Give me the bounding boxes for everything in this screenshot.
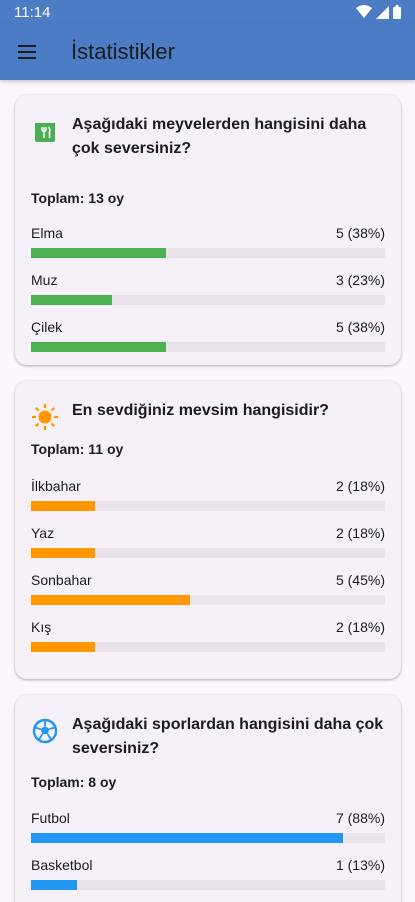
progress-track <box>31 248 385 258</box>
option-label: Basketbol <box>31 857 93 873</box>
menu-icon <box>18 45 36 59</box>
poll-option: Kış 2 (18%) <box>31 618 385 658</box>
progress-fill <box>31 642 95 652</box>
poll-card-sports: Aşağıdaki sporlardan hangisini daha çok … <box>15 695 401 902</box>
progress-fill <box>31 880 78 890</box>
progress-track <box>31 548 385 558</box>
signal-icon <box>376 5 389 19</box>
status-time: 11:14 <box>14 3 51 21</box>
sun-icon <box>31 403 59 431</box>
poll-card-seasons: En sevdiğiniz mevsim hangisidir? Toplam:… <box>15 381 401 679</box>
option-value: 5 (45%) <box>335 572 385 588</box>
menu-button[interactable] <box>0 24 55 80</box>
option-value: 1 (13%) <box>335 857 385 873</box>
restaurant-icon <box>31 117 59 145</box>
progress-track <box>31 833 385 843</box>
poll-option: Elma 5 (38%) <box>31 224 385 264</box>
poll-card-fruits: Aşağıdaki meyvelerden hangisini daha çok… <box>15 95 401 365</box>
poll-question: Aşağıdaki sporlardan hangisini daha çok … <box>72 716 384 757</box>
option-value: 5 (38%) <box>335 319 385 335</box>
progress-fill <box>31 833 343 843</box>
poll-question: Aşağıdaki meyvelerden hangisini daha çok… <box>72 116 367 157</box>
progress-fill <box>31 248 166 258</box>
progress-track <box>31 342 385 352</box>
option-value: 2 (18%) <box>335 478 385 494</box>
poll-total: Toplam: 11 oy <box>31 441 124 457</box>
option-value: 3 (23%) <box>335 272 385 288</box>
progress-track <box>31 595 385 605</box>
option-label: Futbol <box>31 810 70 826</box>
progress-fill <box>31 295 113 305</box>
option-label: Elma <box>31 225 63 241</box>
battery-icon <box>393 5 401 19</box>
option-value: 2 (18%) <box>335 619 385 635</box>
wifi-icon <box>356 5 372 18</box>
progress-fill <box>31 595 191 605</box>
app-bar: İstatistikler <box>0 24 415 80</box>
option-label: Çilek <box>31 319 63 335</box>
option-value: 7 (88%) <box>335 810 385 826</box>
poll-option: Yaz 2 (18%) <box>31 524 385 564</box>
progress-track <box>31 295 385 305</box>
option-label: İlkbahar <box>31 478 81 494</box>
progress-track <box>31 880 385 890</box>
status-icons <box>356 5 401 19</box>
poll-option: Muz 3 (23%) <box>31 271 385 311</box>
option-value: 2 (18%) <box>335 525 385 541</box>
option-label: Muz <box>31 272 58 288</box>
poll-option: Futbol 7 (88%) <box>31 809 385 849</box>
soccer-ball-icon <box>31 717 59 745</box>
poll-total: Toplam: 8 oy <box>31 774 117 790</box>
progress-fill <box>31 501 95 511</box>
poll-option: Basketbol 1 (13%) <box>31 856 385 896</box>
option-value: 5 (38%) <box>335 225 385 241</box>
poll-option: Sonbahar 5 (45%) <box>31 571 385 611</box>
progress-fill <box>31 548 95 558</box>
poll-total: Toplam: 13 oy <box>31 190 125 206</box>
progress-track <box>31 642 385 652</box>
option-label: Yaz <box>31 525 55 541</box>
progress-fill <box>31 342 166 352</box>
poll-option: İlkbahar 2 (18%) <box>31 477 385 517</box>
page-title: İstatistikler <box>71 39 175 64</box>
status-bar: 11:14 <box>0 0 415 24</box>
progress-track <box>31 501 385 511</box>
poll-option: Çilek 5 (38%) <box>31 318 385 358</box>
poll-question: En sevdiğiniz mevsim hangisidir? <box>72 402 329 419</box>
option-label: Kış <box>31 619 52 635</box>
stats-list[interactable]: Aşağıdaki meyvelerden hangisini daha çok… <box>0 80 415 902</box>
option-label: Sonbahar <box>31 572 92 588</box>
